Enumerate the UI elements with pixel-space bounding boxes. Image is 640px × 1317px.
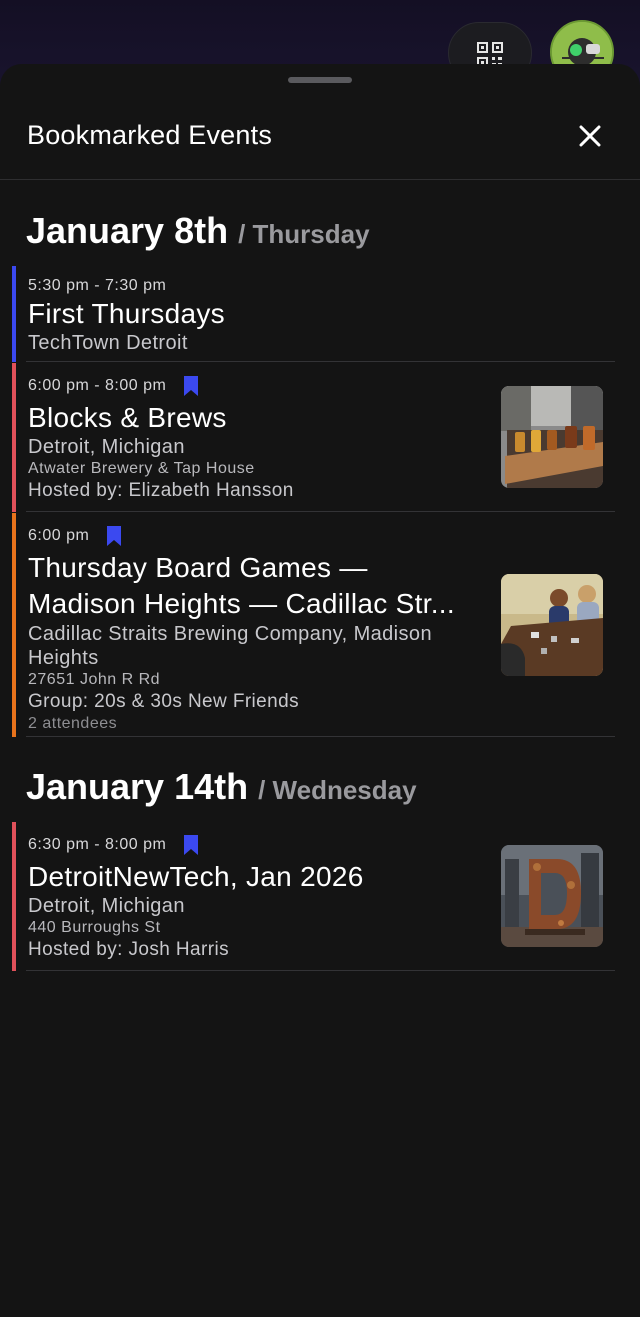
close-button[interactable]: [572, 118, 608, 154]
weekday-label: / Wednesday: [258, 775, 417, 805]
sheet-grabber[interactable]: [288, 77, 352, 83]
bookmark-icon[interactable]: [184, 376, 199, 396]
divider: [26, 970, 615, 971]
beer-flight-image: [501, 386, 603, 488]
event-color-bar: [12, 363, 16, 512]
board-games-image: [501, 574, 603, 676]
weekday-label: / Thursday: [238, 219, 370, 249]
event-time: 6:30 pm - 8:00 pm: [28, 836, 167, 853]
event-title: First Thursdays: [28, 298, 225, 329]
date-heading: January 14th / Wednesday: [26, 766, 417, 808]
event-card-thursday-board-games[interactable]: 6:00 pm Thursday Board Games — Madison H…: [12, 513, 615, 737]
event-color-bar: [12, 822, 16, 971]
event-time: 6:00 pm - 8:00 pm: [28, 377, 167, 394]
bookmark-icon[interactable]: [107, 526, 122, 546]
sheet-title: Bookmarked Events: [27, 120, 273, 150]
event-content: 5:30 pm - 7:30 pm First Thursdays TechTo…: [28, 277, 615, 355]
event-thumbnail: [501, 845, 603, 947]
event-color-bar: [12, 513, 16, 737]
event-card-blocks-and-brews[interactable]: 6:00 pm - 8:00 pm Blocks & Brews Detroit…: [12, 363, 615, 512]
divider: [26, 511, 615, 512]
event-time-row: 5:30 pm - 7:30 pm: [28, 277, 615, 295]
bookmarked-events-sheet: Bookmarked Events January 8th / Thursday…: [0, 64, 640, 1317]
date-label: January 8th: [26, 210, 229, 251]
event-location: TechTown Detroit: [28, 332, 188, 354]
event-time-row: 6:00 pm: [28, 526, 615, 546]
detroit-d-sculpture-image: [501, 845, 603, 947]
event-card-first-thursdays[interactable]: 5:30 pm - 7:30 pm First Thursdays TechTo…: [12, 266, 615, 362]
event-attendees: 2 attendees: [28, 715, 118, 732]
event-time: 5:30 pm - 7:30 pm: [28, 277, 167, 294]
event-thumbnail: [501, 386, 603, 488]
close-icon: [579, 125, 601, 147]
event-group: Group: 20s & 30s New Friends: [28, 691, 299, 712]
event-card-detroitnewtech[interactable]: 6:30 pm - 8:00 pm DetroitNewTech, Jan 20…: [12, 822, 615, 971]
date-label: January 14th: [26, 766, 249, 807]
event-color-bar: [12, 266, 16, 362]
event-time: 6:00 pm: [28, 527, 90, 544]
bookmark-icon[interactable]: [184, 835, 199, 855]
event-thumbnail: [501, 574, 603, 676]
sheet-header: Bookmarked Events: [0, 104, 640, 180]
divider: [26, 736, 615, 737]
date-heading: January 8th / Thursday: [26, 210, 370, 252]
divider: [26, 361, 615, 362]
